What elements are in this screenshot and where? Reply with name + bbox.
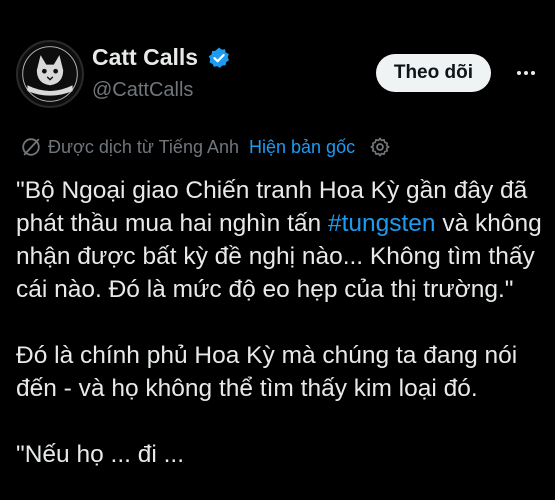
translation-notice: Được dịch từ Tiếng Anh Hiện bản gốc <box>20 134 391 160</box>
more-options-button[interactable] <box>513 60 539 86</box>
more-horizontal-icon <box>517 71 535 75</box>
tweet-body: "Bộ Ngoại giao Chiến tranh Hoa Kỳ gần đâ… <box>16 174 544 471</box>
gear-icon[interactable] <box>369 136 391 158</box>
tweet-paragraph: "Nếu họ ... đi ... <box>16 441 185 468</box>
tweet-paragraph: "Bộ Ngoại giao Chiến tranh Hoa Kỳ gần đâ… <box>16 174 544 306</box>
avatar[interactable] <box>16 40 84 108</box>
hashtag-link[interactable]: #tungsten <box>328 210 436 237</box>
display-name[interactable]: Catt Calls <box>92 44 198 71</box>
tweet-paragraph: Đó là chính phủ Hoa Kỳ mà chúng ta đang … <box>16 342 518 402</box>
user-handle[interactable]: @CattCalls <box>92 79 231 102</box>
tweet-header: Catt Calls @CattCalls Theo dõi <box>16 40 539 110</box>
verified-badge-icon <box>208 47 229 68</box>
translate-icon <box>22 138 40 156</box>
user-info: Catt Calls @CattCalls <box>92 44 231 102</box>
follow-button[interactable]: Theo dõi <box>375 54 491 92</box>
translated-from-label: Được dịch từ Tiếng Anh <box>48 136 239 157</box>
cat-logo-icon <box>18 42 82 106</box>
show-original-link[interactable]: Hiện bản gốc <box>249 137 355 158</box>
